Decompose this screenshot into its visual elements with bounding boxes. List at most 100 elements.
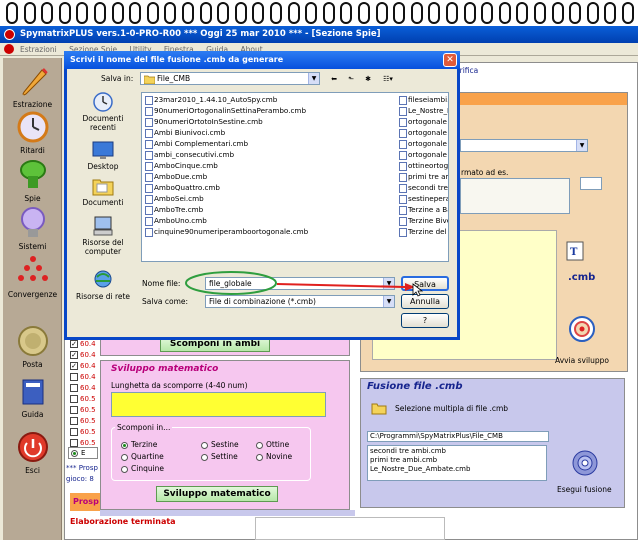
save-in-combo[interactable]: File_CMB ▼ xyxy=(140,72,320,85)
file-item[interactable]: 90numeriOrtogonalinSettinaPerambo.cmb xyxy=(144,105,308,116)
file-item[interactable]: ortogonale in xyxy=(398,149,448,160)
file-item[interactable]: cinquine90numeriperamboortogonale.cmb xyxy=(144,226,308,237)
fusione-path[interactable]: C:\Programmi\SpyMatrixPlus\File_CMB xyxy=(367,431,549,442)
option-settine[interactable]: Settine xyxy=(201,452,238,461)
file-item[interactable]: AmboCinque.cmb xyxy=(144,160,308,171)
orange-combo[interactable]: ▼ xyxy=(460,139,588,152)
file-item[interactable]: primi tre ambi xyxy=(398,171,448,182)
file-item[interactable]: ortogonale 90 xyxy=(398,116,448,127)
checkbox[interactable] xyxy=(70,395,78,403)
place-network[interactable]: Risorse di rete xyxy=(75,269,131,301)
checkbox-row[interactable]: 60.5 xyxy=(70,428,96,439)
file-item[interactable]: AmboTre.cmb xyxy=(144,204,308,215)
esegui-fusione-label[interactable]: Esegui fusione xyxy=(557,485,612,494)
nav-ritardi[interactable]: Ritardi xyxy=(3,110,62,155)
place-desktop[interactable]: Desktop xyxy=(75,139,131,171)
file-item[interactable]: Terzine Bivert xyxy=(398,215,448,226)
verifica-text: erifica xyxy=(455,66,479,75)
book-icon xyxy=(22,379,43,405)
spiral-ring xyxy=(199,2,212,24)
checkbox[interactable]: ✓ xyxy=(70,351,78,359)
checkbox-row[interactable]: ✓ 60.4 xyxy=(70,351,96,362)
radio-cinquine xyxy=(121,465,128,473)
file-item[interactable]: Ambi Complementari.cmb xyxy=(144,138,308,149)
file-item[interactable]: secondi tre a xyxy=(398,182,448,193)
checkbox[interactable] xyxy=(70,428,78,436)
e-selector[interactable]: E xyxy=(68,447,98,459)
new-folder-icon[interactable]: ✱ xyxy=(362,73,374,84)
file-item[interactable]: Terzine a Bas xyxy=(398,204,448,215)
file-item[interactable]: Le_Nostre_D xyxy=(398,105,448,116)
up-folder-icon[interactable]: ⬑ xyxy=(345,73,357,84)
fusione-file-list[interactable]: secondi tre ambi.cmb primi tre ambi.cmb … xyxy=(367,445,547,481)
menu-estrazioni[interactable]: Estrazioni xyxy=(20,45,57,54)
nav-spie[interactable]: Spie xyxy=(3,158,62,203)
checkbox[interactable] xyxy=(70,406,78,414)
sviluppo-matematico-button[interactable]: Sviluppo matematico xyxy=(156,486,278,502)
nav-esci[interactable]: Esci xyxy=(3,430,62,475)
checkbox[interactable] xyxy=(70,384,78,392)
checkbox[interactable]: ✓ xyxy=(70,362,78,370)
help-button[interactable]: ? xyxy=(401,313,449,328)
file-item[interactable]: ottineortogon xyxy=(398,160,448,171)
place-documents[interactable]: Documenti xyxy=(75,175,131,207)
checkbox[interactable] xyxy=(70,417,78,425)
checkbox-row[interactable]: 60.5 xyxy=(70,406,96,417)
nav-convergenze[interactable]: Convergenze xyxy=(3,254,62,299)
option-novine[interactable]: Novine xyxy=(256,452,292,461)
option-cinquine[interactable]: Cinquine xyxy=(121,464,164,473)
checkbox[interactable]: ✓ xyxy=(70,340,78,348)
sviluppo-title: Sviluppo matematico xyxy=(111,364,219,374)
file-item[interactable]: 90numeriOrtotoInSestine.cmb xyxy=(144,116,308,127)
checkbox-row[interactable]: 60.4 xyxy=(70,384,96,395)
file-item[interactable]: ortogonale 90 xyxy=(398,138,448,149)
prosp-tab[interactable]: Prosp xyxy=(70,493,100,511)
file-item[interactable]: ortogonale 90 xyxy=(398,127,448,138)
orange-small-input[interactable] xyxy=(580,177,602,190)
file-item[interactable]: 23mar2010_1.44.10_AutoSpy.cmb xyxy=(144,94,308,105)
radio-novine xyxy=(256,453,263,461)
spiral-ring xyxy=(234,2,247,24)
orange-text-box[interactable] xyxy=(460,178,570,214)
checkbox-row[interactable]: 60.5 xyxy=(70,395,96,406)
nav-sistemi[interactable]: Sistemi xyxy=(3,206,62,251)
file-item[interactable]: fileseiambi.cmb xyxy=(398,94,448,105)
folder-open-icon[interactable] xyxy=(371,401,387,415)
file-item[interactable]: ambi_consecutivi.cmb xyxy=(144,149,308,160)
file-item[interactable]: AmboUno.cmb xyxy=(144,215,308,226)
checkbox[interactable] xyxy=(70,373,78,381)
checkbox-row[interactable]: ✓ 60.4 xyxy=(70,340,96,351)
file-item[interactable]: sestineperam xyxy=(398,193,448,204)
option-ottine[interactable]: Ottine xyxy=(256,440,289,449)
list-item[interactable]: secondi tre ambi.cmb xyxy=(370,447,544,456)
view-menu-icon[interactable]: ☷▾ xyxy=(379,73,397,84)
file-item[interactable]: Ambi Biunivoci.cmb xyxy=(144,127,308,138)
nav-guida[interactable]: Guida xyxy=(3,374,62,419)
file-item[interactable]: Terzine del G xyxy=(398,226,448,237)
file-item[interactable]: AmboDue.cmb xyxy=(144,171,308,182)
list-item[interactable]: Le_Nostre_Due_Ambate.cmb xyxy=(370,465,544,474)
file-list[interactable]: 23mar2010_1.44.10_AutoSpy.cmb 90numeriOrt… xyxy=(141,92,449,262)
list-item[interactable]: primi tre ambi.cmb xyxy=(370,456,544,465)
length-input[interactable] xyxy=(111,392,326,417)
place-recent[interactable]: Documenti recenti xyxy=(75,91,131,132)
checkbox[interactable] xyxy=(70,439,78,447)
checkbox-row[interactable]: 60.4 xyxy=(70,373,96,384)
place-computer[interactable]: Risorse del computer xyxy=(75,215,131,256)
checkbox-row[interactable]: 60.5 xyxy=(70,417,96,428)
spiral-ring xyxy=(146,2,159,24)
nav-estrazione[interactable]: Estrazione xyxy=(3,64,62,109)
spiral-ring xyxy=(622,2,634,24)
file-item[interactable]: AmboSei.cmb xyxy=(144,193,308,204)
checkbox-row[interactable]: ✓ 60.4 xyxy=(70,362,96,373)
option-terzine[interactable]: Terzine xyxy=(121,440,157,449)
fusion-spiral-icon[interactable] xyxy=(571,449,599,477)
option-sestine[interactable]: Sestine xyxy=(201,440,239,449)
target-icon[interactable] xyxy=(568,314,596,344)
close-icon[interactable]: ✕ xyxy=(443,53,457,67)
file-item[interactable]: AmboQuattro.cmb xyxy=(144,182,308,193)
nav-posta[interactable]: Posta xyxy=(3,324,62,369)
option-quartine[interactable]: Quartine xyxy=(121,452,164,461)
spiral-ring xyxy=(217,2,230,24)
back-icon[interactable]: ⬅ xyxy=(328,73,340,84)
